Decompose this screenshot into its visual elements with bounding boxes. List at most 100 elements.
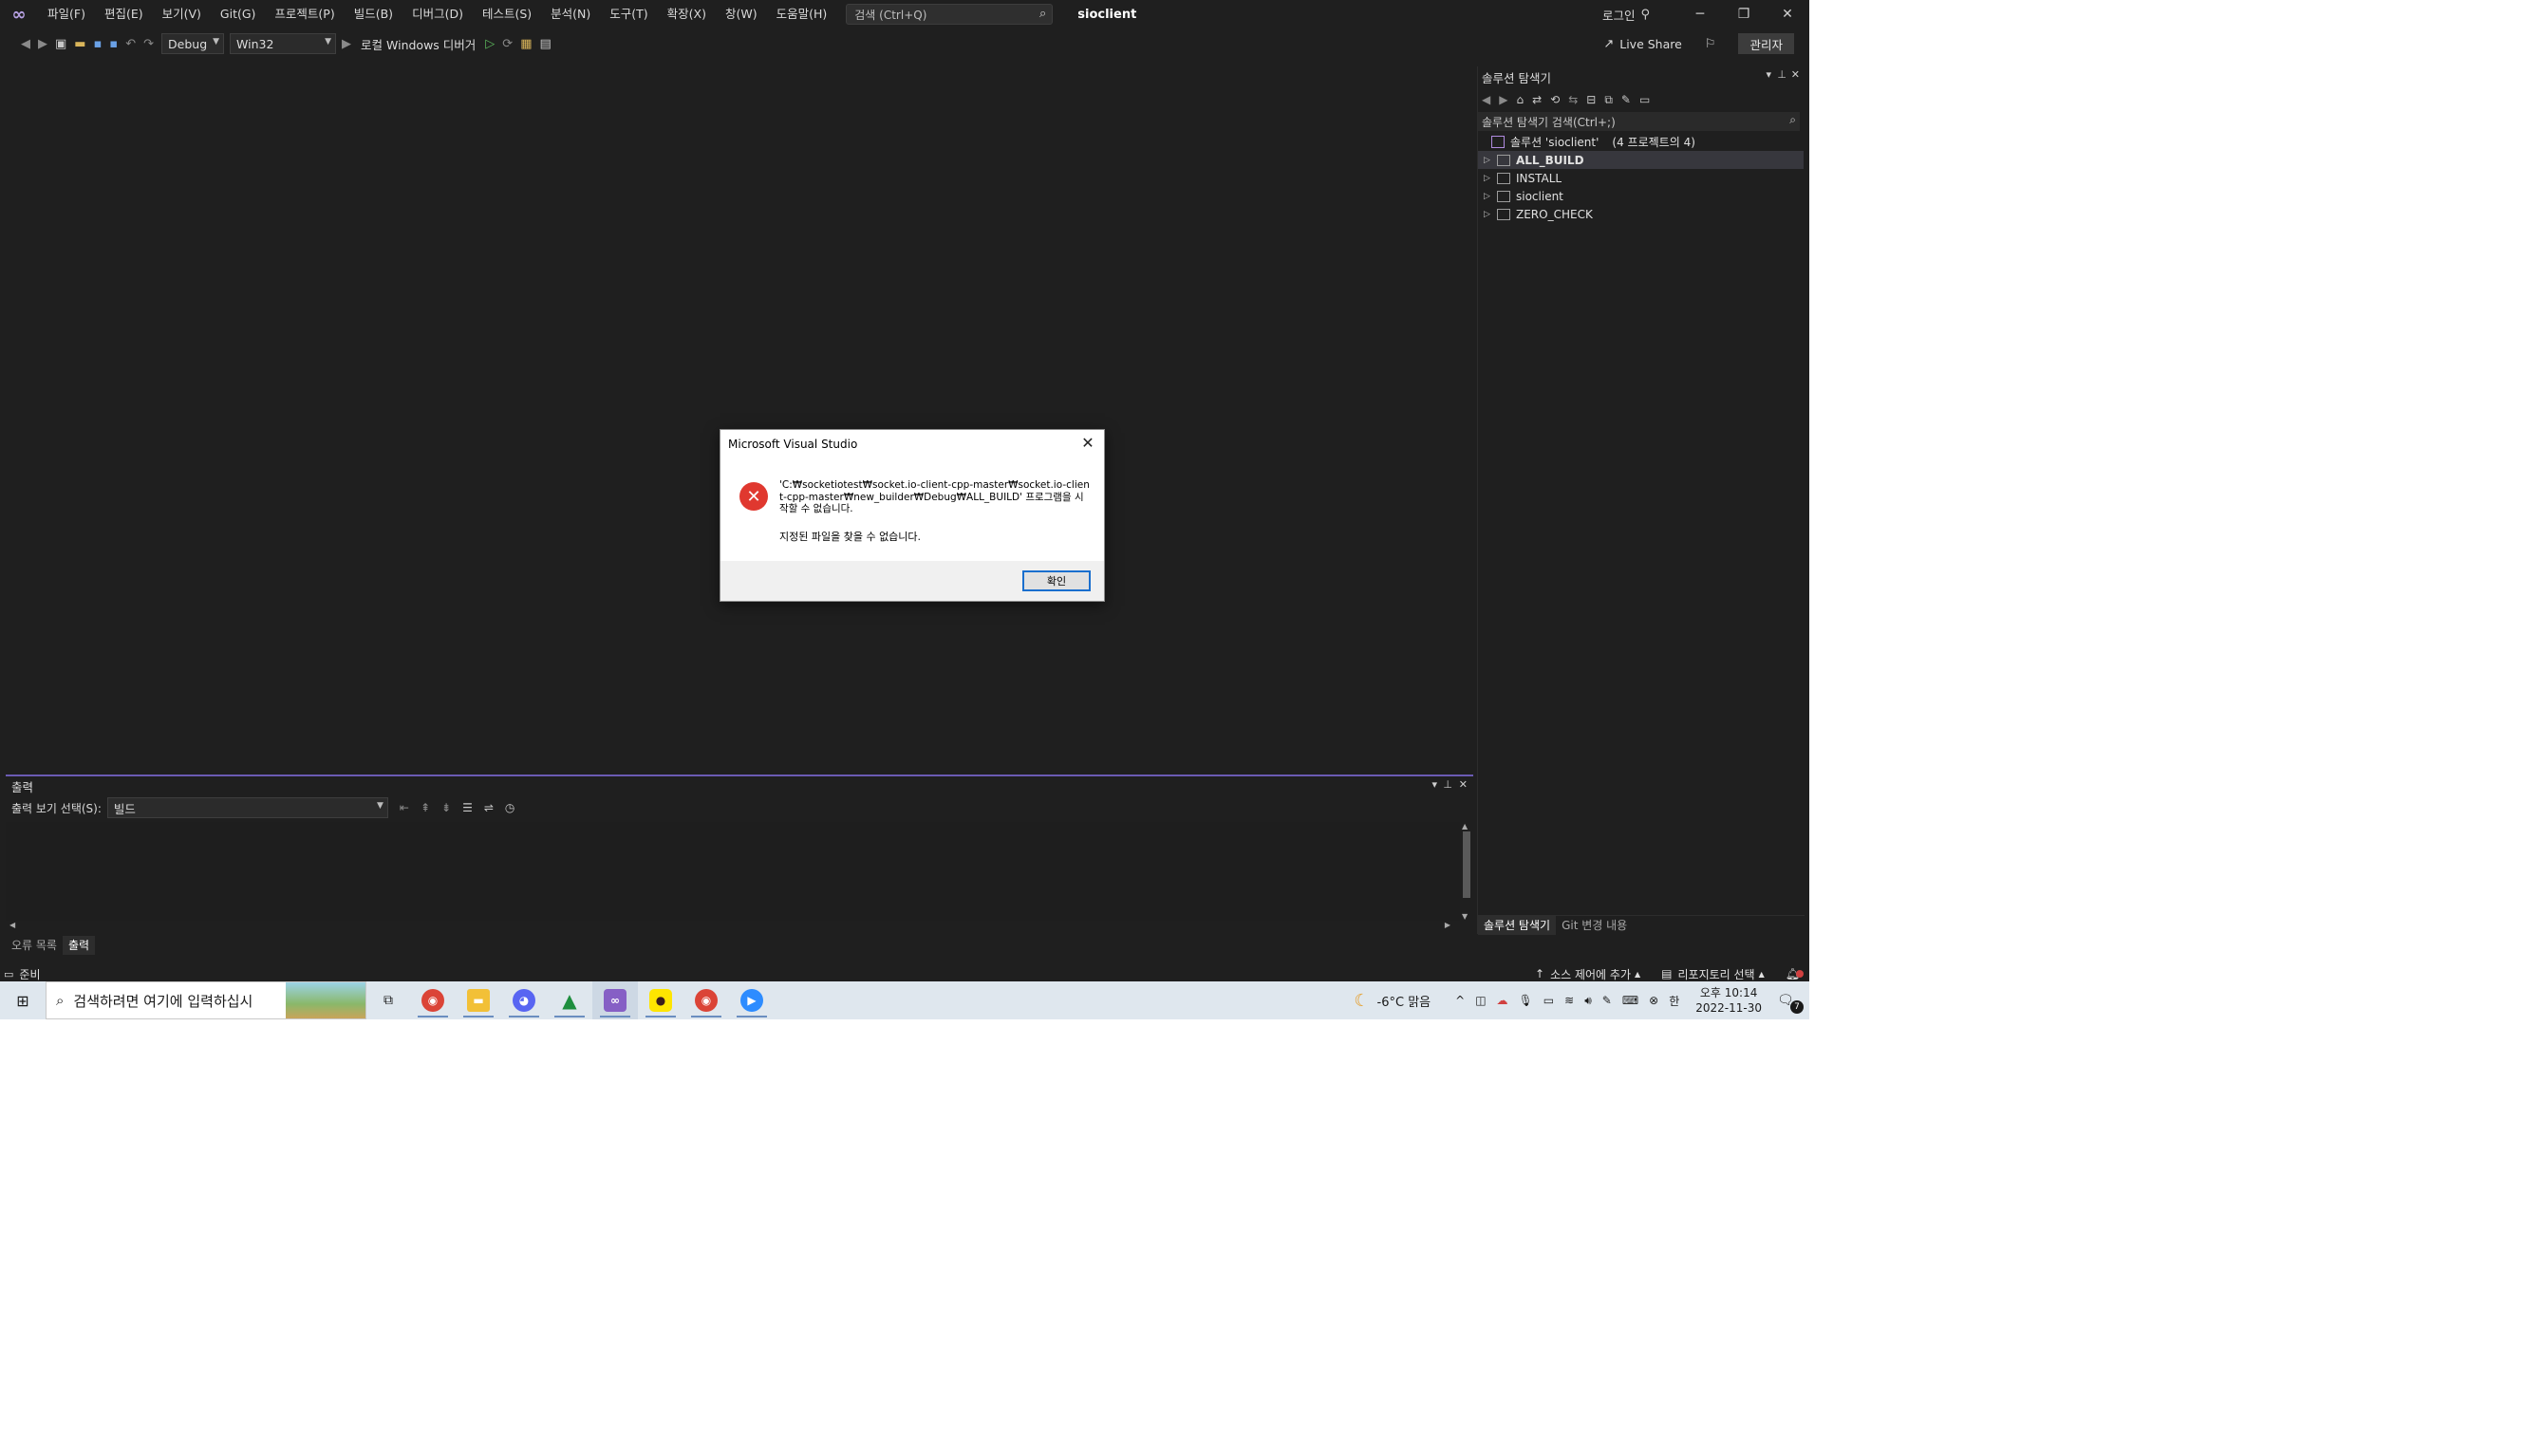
switch-views-icon[interactable]: ⇄: [1532, 93, 1542, 106]
taskbar-chrome-app-2[interactable]: ◉: [683, 981, 729, 1019]
taskbar-file-explorer-app[interactable]: ▬: [456, 981, 501, 1019]
save-icon[interactable]: ▪: [94, 37, 103, 51]
attach-icon[interactable]: ⟳: [502, 37, 513, 51]
scroll-down-icon[interactable]: ▼: [1462, 912, 1468, 921]
tree-item-all-build[interactable]: ▷ ALL_BUILD: [1478, 151, 1804, 169]
layout-icon[interactable]: ▤: [539, 37, 551, 51]
expand-arrow-icon[interactable]: ▷: [1484, 210, 1497, 219]
menu-analyze[interactable]: 분석(N): [541, 0, 600, 28]
next-message-icon[interactable]: ⇟: [441, 801, 451, 814]
new-project-icon[interactable]: ▣: [55, 37, 66, 51]
windows-start-icon[interactable]: ⊞: [0, 981, 46, 1019]
start-debugging-icon[interactable]: ▶: [342, 37, 351, 51]
expand-arrow-icon[interactable]: ▷: [1484, 192, 1497, 201]
tab-git-changes[interactable]: Git 변경 내용: [1556, 916, 1633, 935]
tray-app-icon[interactable]: ◫: [1475, 994, 1486, 1007]
tree-item-zero-check[interactable]: ▷ ZERO_CHECK: [1478, 205, 1804, 223]
tab-solution-explorer[interactable]: 솔루션 탐색기: [1478, 915, 1557, 935]
menu-view[interactable]: 보기(V): [153, 0, 211, 28]
task-view-icon[interactable]: ⧉: [366, 981, 410, 1019]
dropdown-icon[interactable]: ▾: [1766, 68, 1771, 81]
network-icon[interactable]: ≋: [1564, 994, 1574, 1007]
menu-tools[interactable]: 도구(T): [600, 0, 657, 28]
debug-target-button[interactable]: 로컬 Windows 디버거: [361, 35, 476, 53]
search-input[interactable]: 검색 (Ctrl+Q) ⌕: [846, 4, 1054, 25]
tab-output[interactable]: 출력: [62, 936, 96, 955]
repository-button[interactable]: ▤ 리포지토리 선택 ▲: [1661, 966, 1765, 982]
tree-item-solution[interactable]: 솔루션 'sioclient' (4 프로젝트의 4): [1478, 133, 1804, 151]
taskbar-zoom-app[interactable]: ▶: [729, 981, 775, 1019]
start-without-debugging-icon[interactable]: ▷: [485, 37, 495, 51]
dropdown-icon[interactable]: ▾: [1431, 778, 1437, 791]
undo-icon[interactable]: ↶: [125, 37, 136, 51]
sync-icon[interactable]: ⇆: [1568, 93, 1578, 106]
menu-project[interactable]: 프로젝트(P): [265, 0, 344, 28]
clock[interactable]: 오후 10:14 2022-11-30: [1695, 985, 1762, 1016]
back-icon[interactable]: ◀: [21, 37, 30, 51]
taskbar-search-input[interactable]: ⌕ 검색하려면 여기에 입력하십시: [46, 981, 366, 1019]
menu-window[interactable]: 창(W): [716, 0, 767, 28]
weather-widget[interactable]: ☾ -6°C 맑음: [1354, 991, 1431, 1011]
taskbar-discord-app[interactable]: ◕: [501, 981, 547, 1019]
taskbar-visual-studio-app[interactable]: ∞: [592, 981, 638, 1019]
scroll-left-icon[interactable]: ◀: [9, 921, 15, 929]
taskbar-kakaotalk-app[interactable]: ●: [638, 981, 683, 1019]
taskbar-chrome-app[interactable]: ◉: [410, 981, 456, 1019]
live-share-button[interactable]: ↗ Live Share: [1603, 37, 1681, 51]
menu-test[interactable]: 테스트(S): [473, 0, 541, 28]
ime-language-indicator[interactable]: 한: [1669, 993, 1679, 1009]
tree-item-sioclient[interactable]: ▷ sioclient: [1478, 187, 1804, 205]
output-text-area[interactable]: [6, 822, 1464, 921]
forward-icon[interactable]: ▶: [38, 37, 47, 51]
expand-arrow-icon[interactable]: ▷: [1484, 156, 1497, 165]
source-control-button[interactable]: ↑ 소스 제어에 추가 ▲: [1535, 966, 1640, 982]
keyboard-icon[interactable]: ⌨: [1622, 994, 1638, 1007]
ok-button[interactable]: 확인: [1022, 570, 1091, 591]
properties-icon[interactable]: ✎: [1621, 93, 1631, 106]
go-to-location-icon[interactable]: ⇤: [400, 801, 409, 814]
browse-icon[interactable]: ▦: [520, 37, 532, 51]
feedback-icon[interactable]: ⚐: [1705, 37, 1716, 51]
microphone-icon[interactable]: 🎙︎: [1519, 994, 1533, 1007]
platform-select[interactable]: Win32 ▼: [230, 33, 337, 54]
dialog-close-icon[interactable]: ✕: [1077, 432, 1098, 453]
notification-center-icon[interactable]: 🗨︎ 7: [1777, 993, 1804, 1014]
back-icon[interactable]: ◀: [1482, 93, 1490, 106]
show-all-files-icon[interactable]: ⧉: [1604, 93, 1613, 107]
word-wrap-icon[interactable]: ⇌: [484, 801, 494, 814]
home-icon[interactable]: ⌂: [1516, 93, 1524, 106]
pen-icon[interactable]: ✎: [1602, 994, 1612, 1007]
restore-button[interactable]: ❐: [1722, 0, 1766, 28]
close-icon[interactable]: ✕: [1791, 68, 1800, 81]
menu-build[interactable]: 빌드(B): [345, 0, 402, 28]
minimize-button[interactable]: ─: [1678, 0, 1722, 28]
menu-debug[interactable]: 디버그(D): [402, 0, 473, 28]
menu-file[interactable]: 파일(F): [38, 0, 95, 28]
timestamp-icon[interactable]: ◷: [505, 801, 514, 814]
history-icon[interactable]: ⟲: [1550, 93, 1560, 106]
scroll-up-icon[interactable]: ▲: [1462, 822, 1468, 831]
volume-icon[interactable]: 🔊︎: [1584, 994, 1592, 1008]
menu-help[interactable]: 도움말(H): [767, 0, 837, 28]
solution-explorer-search-input[interactable]: 솔루션 탐색기 검색(Ctrl+;) ⌕: [1478, 112, 1800, 131]
preview-icon[interactable]: ▭: [1639, 93, 1650, 106]
scrollbar-thumb[interactable]: [1463, 831, 1470, 898]
pin-icon[interactable]: ⊥: [1777, 68, 1786, 81]
pin-icon[interactable]: ⊥: [1443, 778, 1452, 791]
battery-icon[interactable]: ▭: [1543, 994, 1554, 1007]
close-icon[interactable]: ✕: [1459, 778, 1468, 791]
login-link[interactable]: 로그인: [1602, 6, 1636, 24]
tab-error-list[interactable]: 오류 목록: [6, 936, 63, 955]
show-hidden-icons-icon[interactable]: ^: [1455, 994, 1465, 1007]
redo-icon[interactable]: ↷: [143, 37, 154, 51]
output-vertical-scrollbar[interactable]: ▲ ▼: [1460, 822, 1473, 921]
tree-item-install[interactable]: ▷ INSTALL: [1478, 169, 1804, 187]
account-icon[interactable]: ⚲: [1640, 8, 1650, 22]
tray-cloud-icon[interactable]: ☁: [1497, 994, 1508, 1007]
menu-edit[interactable]: 편집(E): [95, 0, 153, 28]
taskbar-drive-app[interactable]: ▲: [547, 981, 592, 1019]
previous-message-icon[interactable]: ⇞: [421, 801, 430, 814]
output-source-select[interactable]: 빌드 ▼: [106, 797, 388, 818]
close-button[interactable]: ✕: [1766, 0, 1809, 28]
expand-arrow-icon[interactable]: ▷: [1484, 174, 1497, 183]
